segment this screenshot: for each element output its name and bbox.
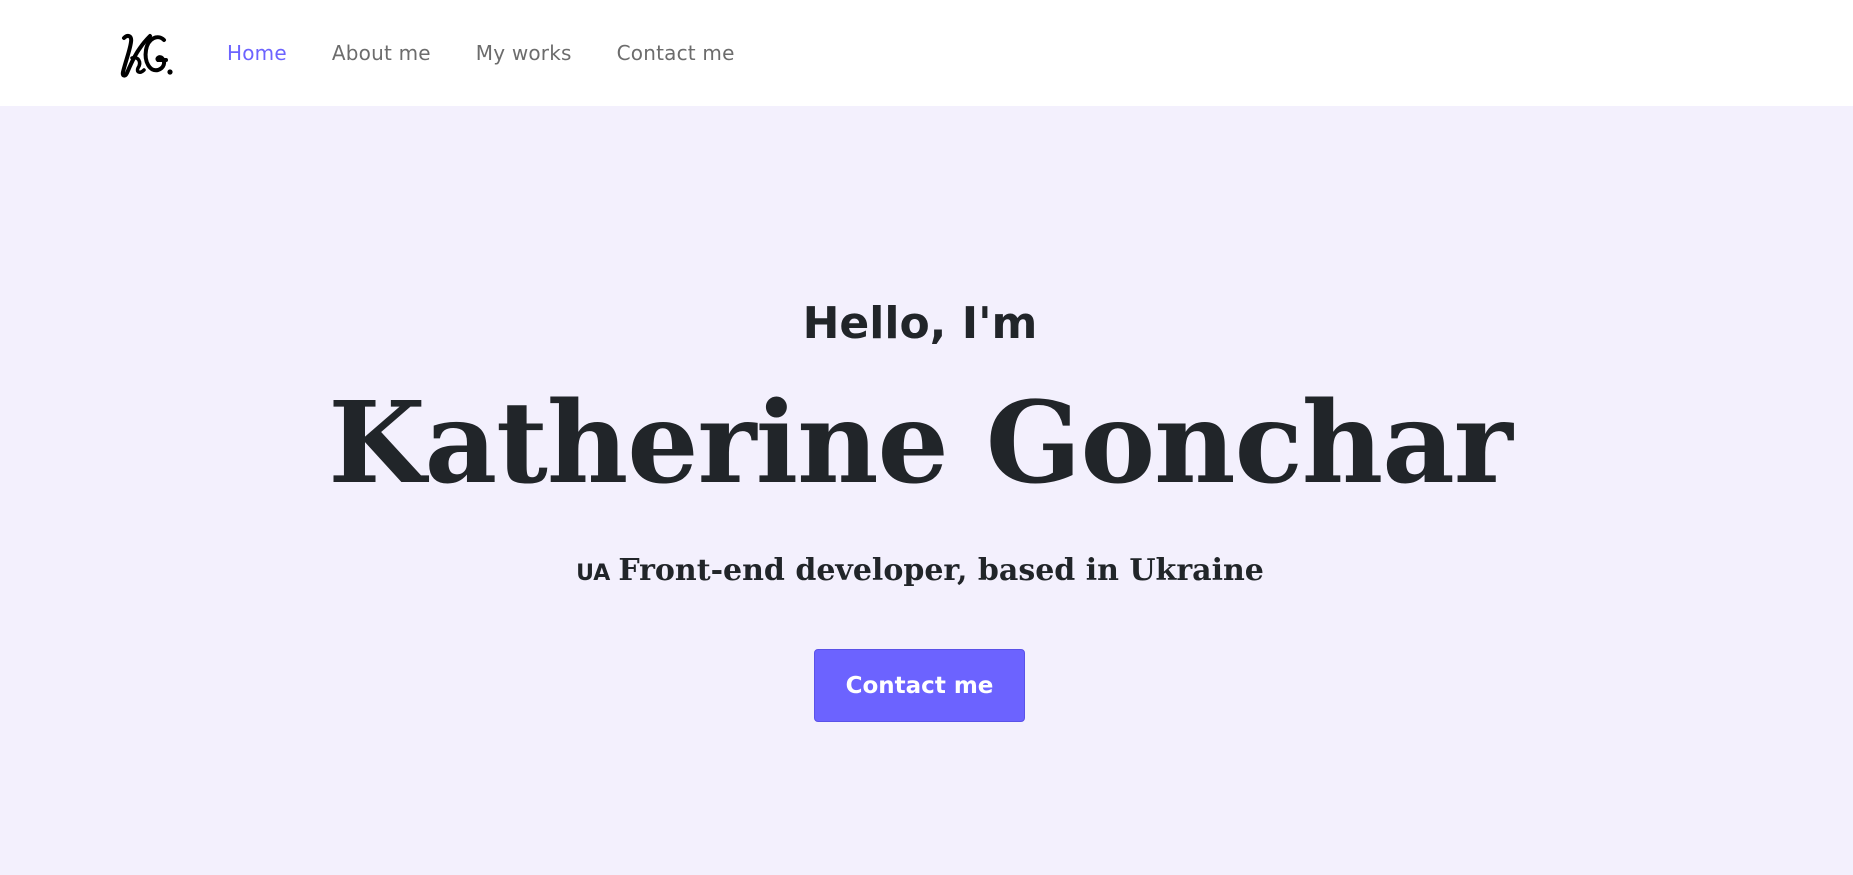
hero-greeting: Hello, I'm bbox=[802, 298, 1038, 349]
nav-link-about[interactable]: About me bbox=[332, 41, 431, 65]
tagline-text: Front-end developer, based in Ukraine bbox=[618, 553, 1264, 588]
nav-link-contact[interactable]: Contact me bbox=[617, 41, 735, 65]
ukraine-flag-icon: UA bbox=[576, 561, 611, 586]
hero-name: Katherine Gonchar bbox=[328, 378, 1513, 509]
hero-section: Hello, I'm Katherine Gonchar UA Front-end… bbox=[0, 106, 1853, 875]
nav-link-home[interactable]: Home bbox=[227, 41, 287, 65]
main-nav: Home About me My works Contact me bbox=[227, 0, 780, 106]
nav-link-works[interactable]: My works bbox=[476, 41, 572, 65]
navbar: Home About me My works Contact me bbox=[0, 0, 1853, 106]
logo[interactable] bbox=[118, 28, 176, 80]
contact-me-button[interactable]: Contact me bbox=[814, 649, 1025, 722]
hero-tagline: UA Front-end developer, based in Ukraine bbox=[0, 553, 1840, 588]
